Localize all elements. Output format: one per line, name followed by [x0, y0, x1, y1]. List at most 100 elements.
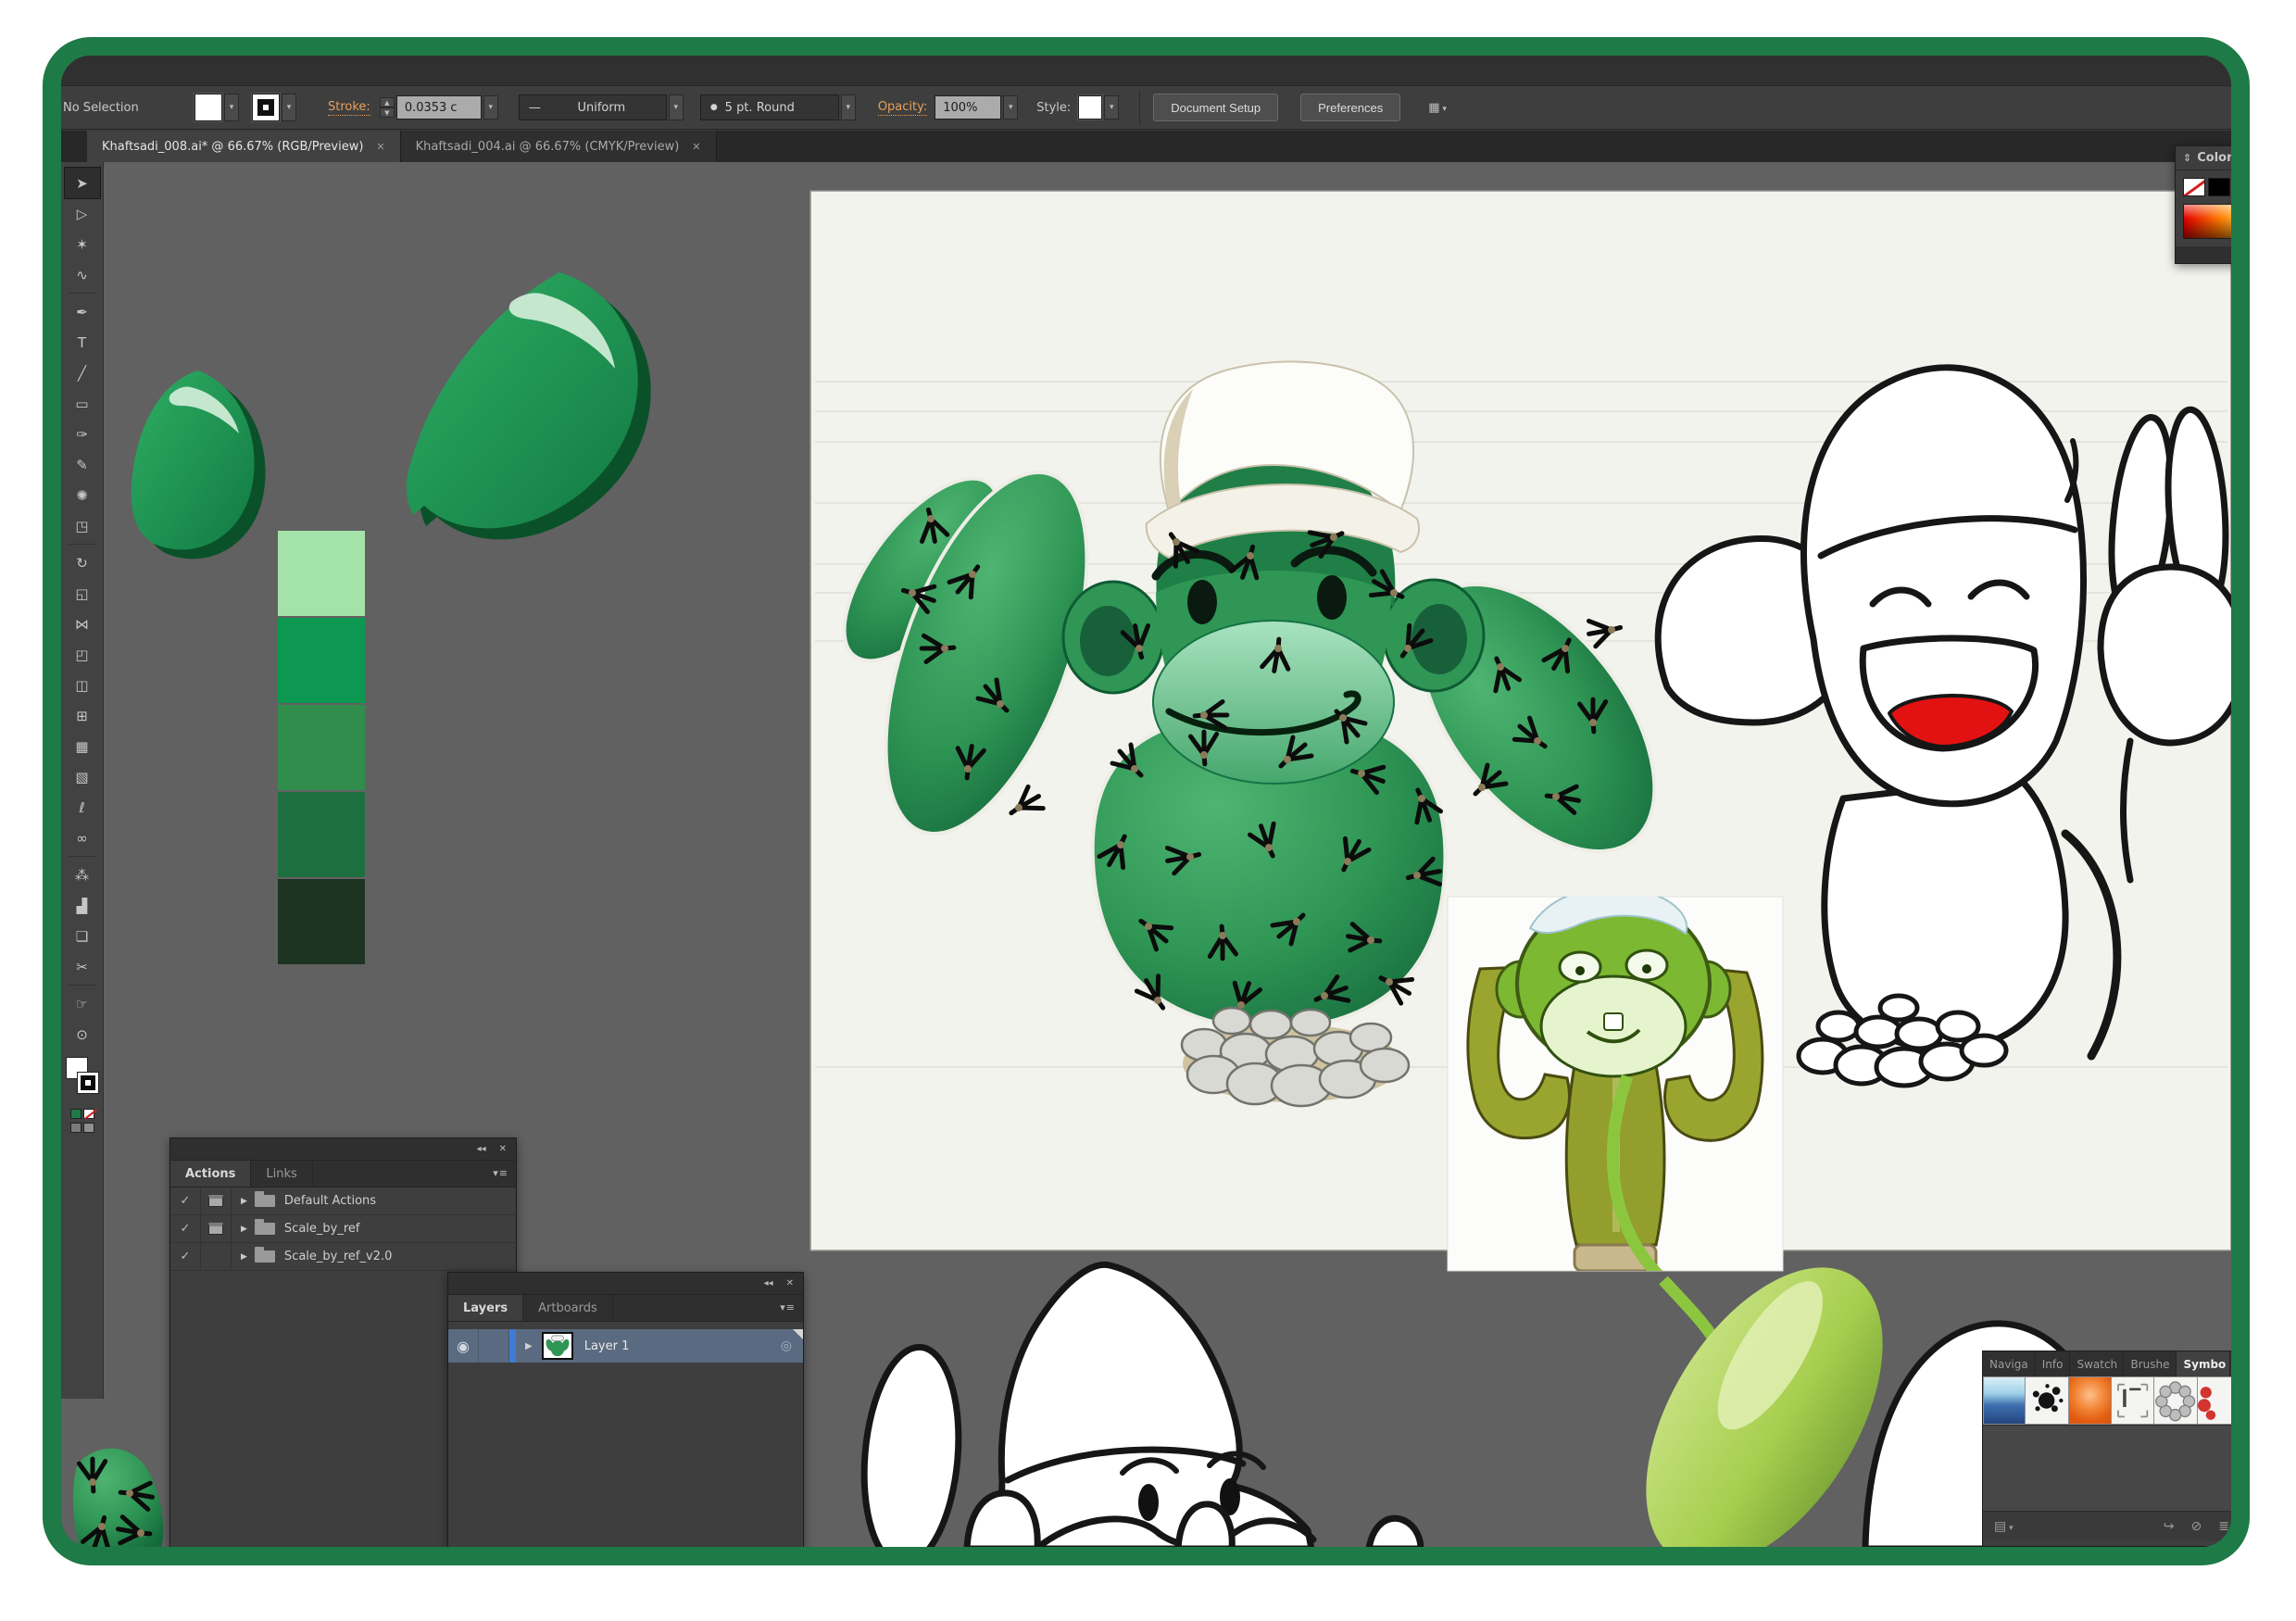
symbol-sky-gradient[interactable] [1983, 1376, 2026, 1425]
brush-select[interactable]: ● 5 pt. Round [700, 94, 839, 120]
green-swatch-column[interactable] [278, 531, 365, 966]
blob-brush-tool[interactable]: ✺ [65, 480, 100, 510]
swatch-green-4[interactable] [278, 792, 365, 877]
stroke-label[interactable]: Stroke: [328, 100, 370, 116]
none-swatch[interactable] [2183, 178, 2205, 196]
symbol-orange-orb[interactable] [2069, 1376, 2112, 1425]
width-tool[interactable]: ⋈ [65, 609, 100, 639]
color-button[interactable] [70, 1109, 82, 1119]
lasso-tool[interactable]: ∿ [65, 259, 100, 290]
paintbrush-tool[interactable]: ✑ [65, 419, 100, 449]
stepper-down-icon[interactable]: ▼ [380, 107, 395, 118]
rectangle-tool[interactable]: ▭ [65, 388, 100, 419]
lock-toggle[interactable] [479, 1329, 509, 1363]
symbol-registration-target[interactable] [2112, 1376, 2154, 1425]
symbol-library-icon[interactable]: ▤ ▾ [1994, 1519, 2014, 1534]
magic-wand-tool[interactable]: ✶ [65, 229, 100, 259]
doc-tab-1[interactable]: Khaftsadi_008.ai* @ 66.67% (RGB/Preview)… [87, 131, 401, 162]
target-icon[interactable]: ◎ [781, 1338, 792, 1353]
slice-tool[interactable]: ✂ [65, 951, 100, 982]
layer-name[interactable]: Layer 1 [584, 1339, 781, 1353]
perspective-grid-tool[interactable]: ⊞ [65, 700, 100, 731]
dialog-toggle[interactable] [201, 1187, 232, 1214]
break-link-icon[interactable]: ⊘ [2191, 1519, 2202, 1534]
symbol-sprayer-tool[interactable]: ⁂ [65, 860, 100, 890]
doc-tab-1-close-icon[interactable]: ✕ [376, 141, 384, 153]
width-profile-dropdown-icon[interactable]: ▾ [669, 94, 684, 120]
tab-navigator[interactable]: Naviga [1983, 1351, 2036, 1376]
style-control[interactable]: ▾ [1078, 95, 1119, 119]
line-segment-tool[interactable]: ╱ [65, 358, 100, 388]
opacity-label[interactable]: Opacity: [878, 100, 927, 116]
preferences-button[interactable]: Preferences [1300, 94, 1400, 121]
tab-swatches[interactable]: Swatch [2070, 1351, 2124, 1376]
stroke-dropdown-icon[interactable]: ▾ [282, 94, 296, 121]
swatch-green-3[interactable] [278, 705, 365, 790]
fill-swatch[interactable] [194, 94, 222, 121]
swatch-green-1[interactable] [278, 531, 365, 616]
tab-layers[interactable]: Layers [448, 1295, 523, 1321]
color-panel-header[interactable]: ⇕ Color [2176, 146, 2250, 170]
tab-symbols[interactable]: Symbo [2177, 1351, 2230, 1376]
white-swatch[interactable] [2233, 178, 2242, 196]
free-transform-tool[interactable]: ◰ [65, 639, 100, 670]
stroke-swatch[interactable] [252, 94, 280, 121]
toggle-check[interactable]: ✓ [170, 1187, 201, 1214]
tab-actions[interactable]: Actions [170, 1161, 251, 1187]
expand-icon[interactable]: ▶ [241, 1252, 247, 1262]
close-panel-icon[interactable]: ✕ [786, 1278, 794, 1288]
stroke-weight-input[interactable]: 0.0353 c [396, 95, 482, 119]
expand-icon[interactable]: ▶ [241, 1225, 247, 1234]
draw-mode-row[interactable] [70, 1123, 94, 1133]
tab-artboards[interactable]: Artboards [523, 1295, 613, 1321]
zoom-tool[interactable]: ⊙ [65, 1019, 100, 1049]
opacity-input[interactable]: 100% [935, 95, 1001, 119]
type-tool[interactable]: T [65, 327, 100, 358]
action-row[interactable]: ✓ ▶ Default Actions [170, 1187, 516, 1215]
rotate-tool[interactable]: ↻ [65, 547, 100, 578]
swatch-green-2[interactable] [278, 618, 365, 703]
close-panel-icon[interactable]: ✕ [499, 1144, 507, 1154]
stroke-color-control[interactable]: ▾ [252, 94, 296, 121]
symbols-list-body[interactable] [1983, 1426, 2231, 1511]
workspace-icon[interactable]: ▦ ▾ [1428, 101, 1447, 115]
dialog-toggle[interactable] [201, 1243, 232, 1270]
doc-tab-2[interactable]: Khaftsadi_004.ai @ 66.67% (CMYK/Preview)… [401, 131, 717, 162]
symbol-red-partial[interactable] [2198, 1376, 2231, 1425]
mesh-tool[interactable]: ▦ [65, 731, 100, 761]
width-profile-select[interactable]: — Uniform [519, 94, 667, 120]
collapse-panel-icon[interactable]: ◂◂ [477, 1144, 486, 1154]
shape-builder-tool[interactable]: ◫ [65, 670, 100, 700]
column-graph-tool[interactable]: ▟ [65, 890, 100, 921]
layer-row[interactable]: ◉ ▶ Layer 1 ◎ [448, 1329, 803, 1363]
symbol-ink-splat[interactable] [2026, 1376, 2068, 1425]
stepper-up-icon[interactable]: ▲ [380, 97, 395, 107]
action-row[interactable]: ✓ ▶ Scale_by_ref_v2.0 [170, 1243, 516, 1271]
collapse-panel-icon[interactable]: ◂◂ [764, 1278, 773, 1288]
expand-icon[interactable]: ▶ [241, 1197, 247, 1206]
eyedropper-tool[interactable]: ℓ [65, 792, 100, 823]
artboard-tool[interactable]: ❏ [65, 921, 100, 951]
black-swatch[interactable] [2208, 178, 2230, 196]
color-mode-row[interactable] [70, 1109, 94, 1119]
fill-stroke-control[interactable] [64, 1057, 101, 1105]
hand-tool[interactable]: ☞ [65, 988, 100, 1019]
swatch-green-5[interactable] [278, 879, 365, 964]
fill-color-control[interactable]: ▾ [194, 94, 239, 121]
panel-menu-icon[interactable]: ▾≡ [780, 1301, 796, 1313]
tab-brushes[interactable]: Brushe [2124, 1351, 2177, 1376]
none-button[interactable] [83, 1109, 94, 1119]
action-row[interactable]: ✓ ▶ Scale_by_ref [170, 1215, 516, 1243]
tab-links[interactable]: Links [251, 1161, 312, 1187]
toggle-check[interactable]: ✓ [170, 1243, 201, 1270]
draw-normal-button[interactable] [70, 1123, 82, 1133]
screen-mode-button[interactable] [83, 1123, 94, 1133]
pen-tool[interactable]: ✒ [65, 296, 100, 327]
symbol-wreath[interactable] [2154, 1376, 2197, 1425]
fill-dropdown-icon[interactable]: ▾ [224, 94, 239, 121]
style-swatch[interactable] [1078, 95, 1102, 119]
toggle-check[interactable]: ✓ [170, 1215, 201, 1242]
visibility-toggle[interactable]: ◉ [448, 1329, 479, 1363]
brush-dropdown-icon[interactable]: ▾ [841, 94, 856, 120]
document-setup-button[interactable]: Document Setup [1153, 94, 1278, 121]
